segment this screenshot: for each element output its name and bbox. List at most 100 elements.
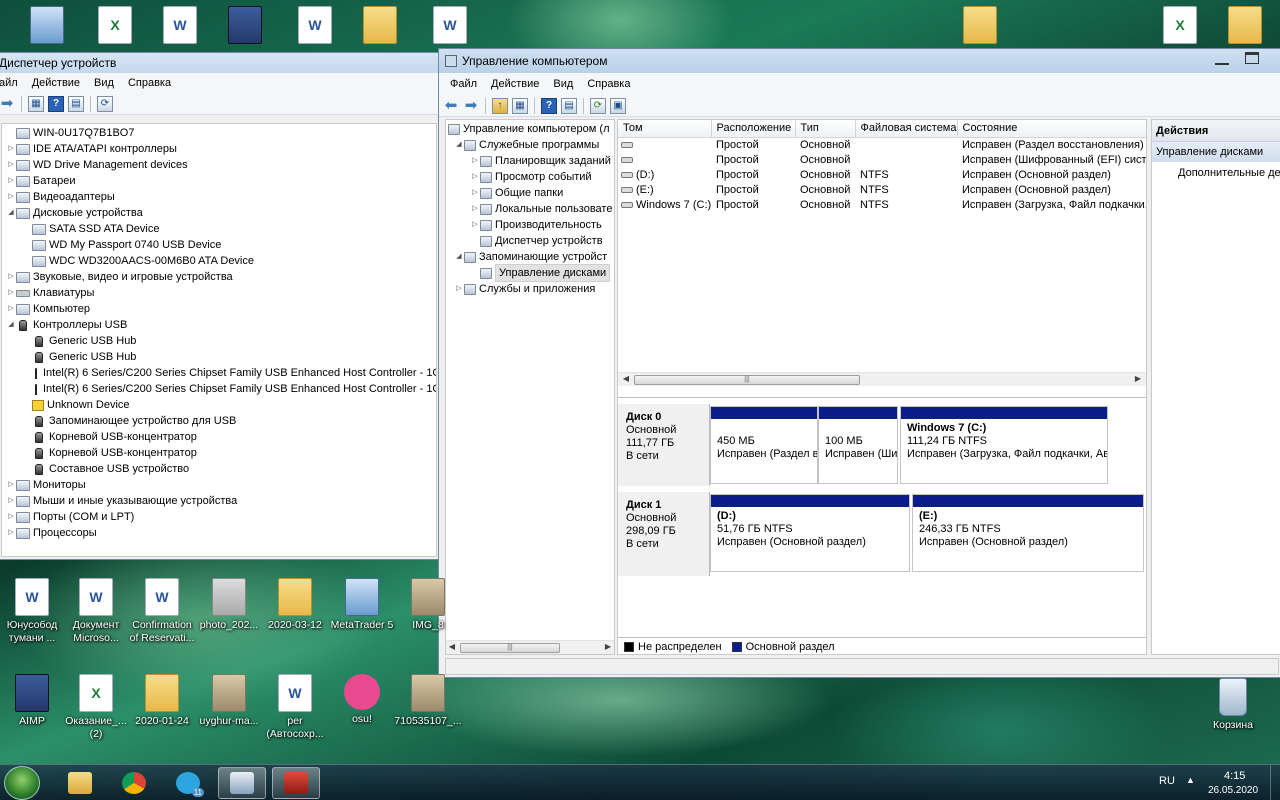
volume-row[interactable]: (D:) Простой Основной NTFS Исправен (Основно…	[618, 167, 1146, 182]
column-header[interactable]: Расположение	[711, 120, 796, 138]
console-tree-item[interactable]: ▷ Локальные пользовате	[446, 201, 614, 217]
desktop-icon-folder-2[interactable]	[945, 6, 1015, 47]
expand-arrow-icon[interactable]: ◢	[454, 249, 464, 265]
desktop-icon-word-confirmation[interactable]: W Confirmation of Reservati...	[127, 578, 197, 645]
desktop-icon-folder-2020-03-12[interactable]: 2020-03-12	[260, 578, 330, 632]
volume-row[interactable]: Windows 7 (C:) Простой Основной NTFS Исправе…	[618, 197, 1146, 212]
scroll-right-icon[interactable]: ▶	[1132, 374, 1144, 383]
column-header[interactable]: Том	[618, 120, 712, 138]
volume-row[interactable]: (E:) Простой Основной NTFS Исправен (Основно…	[618, 182, 1146, 197]
menu-file[interactable]: Файл	[443, 78, 484, 90]
view-icon[interactable]: ▤	[68, 95, 84, 112]
show-desktop-button[interactable]	[1270, 765, 1280, 800]
actions-section-disk-management[interactable]: Управление дисками	[1152, 142, 1280, 162]
menu-help[interactable]: Справка	[580, 78, 637, 90]
scroll-left-icon[interactable]: ◀	[446, 642, 458, 651]
taskbar-computer-management[interactable]	[272, 767, 320, 799]
computer-management-titlebar[interactable]: Управление компьютером	[439, 49, 1280, 73]
device-tree-item[interactable]: ◢ Дисковые устройства	[2, 205, 436, 221]
show-hide-tree-icon[interactable]: ▦	[512, 97, 528, 114]
device-tree-item[interactable]: Intel(R) 6 Series/C200 Series Chipset Fa…	[2, 365, 436, 381]
device-tree-item[interactable]: ▷ Мониторы	[2, 477, 436, 493]
scroll-thumb[interactable]: |||	[460, 643, 560, 653]
device-manager-window[interactable]: Диспетчер устройств айл Действие Вид Спр…	[0, 52, 440, 560]
menu-action[interactable]: Действие	[484, 78, 546, 90]
console-tree-item[interactable]: ▷ Службы и приложения	[446, 281, 614, 297]
device-tree-item[interactable]: WDC WD3200AACS-00M6B0 ATA Device	[2, 253, 436, 269]
desktop-icon-metatrader[interactable]: MetaTrader 5	[327, 578, 397, 632]
console-tree-item[interactable]: ◢ Запоминающие устройст	[446, 249, 614, 265]
column-header[interactable]: Тип	[795, 120, 856, 138]
scroll-right-icon[interactable]: ▶	[602, 642, 614, 651]
partition-block[interactable]: 100 МБ Исправен (Ши	[818, 406, 898, 484]
expand-arrow-icon[interactable]: ◢	[6, 317, 16, 333]
graphical-disk-view[interactable]: Диск 0 Основной 111,77 ГБ В сети 450 МБ Испра…	[618, 397, 1146, 637]
device-tree-item[interactable]: SATA SSD ATA Device	[2, 221, 436, 237]
device-tree-item[interactable]: WIN-0U17Q7B1BO7	[2, 125, 436, 141]
expand-arrow-icon[interactable]: ◢	[6, 205, 16, 221]
export-list-icon[interactable]: ▣	[610, 97, 626, 114]
device-tree-item[interactable]: Generic USB Hub	[2, 333, 436, 349]
device-tree-item[interactable]: Generic USB Hub	[2, 349, 436, 365]
desktop-icon-computer[interactable]	[12, 6, 82, 47]
forward-arrow-icon[interactable]: ➡	[463, 97, 479, 114]
device-tree-item[interactable]: ▷ Звуковые, видео и игровые устройства	[2, 269, 436, 285]
volume-row[interactable]: Простой Основной Исправен (Шифрованный (EF…	[618, 152, 1146, 167]
volume-row[interactable]: Простой Основной Исправен (Раздел восстано…	[618, 137, 1146, 152]
desktop-icon-word-per[interactable]: Wper (Автосохр...	[260, 674, 330, 741]
desktop-icon-excel-doc-1[interactable]: X	[80, 6, 150, 47]
tree-horizontal-scrollbar[interactable]: ◀ ||| ▶	[446, 640, 614, 654]
expand-arrow-icon[interactable]: ▷	[6, 477, 16, 493]
help-icon[interactable]: ?	[48, 95, 64, 112]
menu-view[interactable]: Вид	[546, 78, 580, 90]
desktop-icon-folder-2020-01-24[interactable]: 2020-01-24	[127, 674, 197, 728]
scroll-left-icon[interactable]: ◀	[620, 374, 632, 383]
console-tree-item[interactable]: ◢ Служебные программы	[446, 137, 614, 153]
device-tree-item[interactable]: Корневой USB-концентратор	[2, 445, 436, 461]
scan-hardware-icon[interactable]: ⟳	[97, 95, 113, 112]
up-folder-icon[interactable]: ↑	[492, 97, 508, 114]
device-tree-item[interactable]: ▷ IDE ATA/ATAPI контроллеры	[2, 141, 436, 157]
volume-list-scrollbar[interactable]: ◀ ||| ▶	[618, 372, 1146, 386]
console-tree-item[interactable]: ▷ Планировщик заданий	[446, 153, 614, 169]
desktop-icon-word-doc-3[interactable]: W	[415, 6, 485, 47]
console-tree-item[interactable]: ▷ Производительность	[446, 217, 614, 233]
console-tree-item[interactable]: ▷ Просмотр событий	[446, 169, 614, 185]
taskbar-chrome[interactable]	[110, 767, 158, 799]
recycle-bin[interactable]: Корзина	[1198, 678, 1268, 732]
menu-file[interactable]: айл	[0, 77, 25, 89]
taskbar-telegram[interactable]: 11	[164, 767, 212, 799]
clock-time[interactable]: 4:15	[1224, 770, 1245, 782]
device-tree-item[interactable]: Intel(R) 6 Series/C200 Series Chipset Fa…	[2, 381, 436, 397]
desktop-icon-word-doc-1[interactable]: W	[145, 6, 215, 47]
desktop-icon-photo-710535107[interactable]: 710535107_...	[393, 674, 463, 728]
expand-arrow-icon[interactable]: ▷	[6, 157, 16, 173]
partition-block[interactable]: 450 МБ Исправен (Раздел в	[710, 406, 818, 484]
back-arrow-icon[interactable]: ⬅	[443, 97, 459, 114]
device-tree-item[interactable]: Корневой USB-концентратор	[2, 429, 436, 445]
expand-arrow-icon[interactable]: ▷	[470, 201, 480, 217]
expand-arrow-icon[interactable]: ◢	[454, 137, 464, 153]
disk-label[interactable]: Диск 1 Основной 298,09 ГБ В сети	[618, 492, 710, 576]
expand-arrow-icon[interactable]: ▷	[6, 141, 16, 157]
show-hidden-icons[interactable]: ▲	[1186, 775, 1195, 785]
device-tree-item[interactable]: ▷ Процессоры	[2, 525, 436, 541]
taskbar-device-manager[interactable]	[218, 767, 266, 799]
desktop-icon-osu[interactable]: osu!	[327, 674, 397, 726]
device-manager-titlebar[interactable]: Диспетчер устройств	[0, 53, 439, 73]
maximize-button[interactable]	[1245, 52, 1259, 64]
view-icon[interactable]: ▤	[561, 97, 577, 114]
desktop-icon-word-doc-2[interactable]: W	[280, 6, 350, 47]
device-tree-item[interactable]: ▷ Батареи	[2, 173, 436, 189]
console-tree-item[interactable]: Управление дисками	[446, 264, 614, 282]
more-actions-item[interactable]: Дополнительные дей	[1152, 162, 1280, 184]
desktop-icon-uyghur-ma[interactable]: uyghur-ma...	[194, 674, 264, 728]
expand-arrow-icon[interactable]: ▷	[6, 301, 16, 317]
desktop-icon-save-file[interactable]	[210, 6, 280, 47]
console-tree[interactable]: Управление компьютером (л ◢ Служебные прог…	[445, 119, 615, 655]
expand-arrow-icon[interactable]: ▷	[470, 217, 480, 233]
forward-arrow-icon[interactable]: ➡	[0, 95, 15, 112]
desktop-icon-photo-2020[interactable]: photo_202...	[194, 578, 264, 632]
device-tree-item[interactable]: Составное USB устройство	[2, 461, 436, 477]
console-tree-item[interactable]: ▷ Общие папки	[446, 185, 614, 201]
